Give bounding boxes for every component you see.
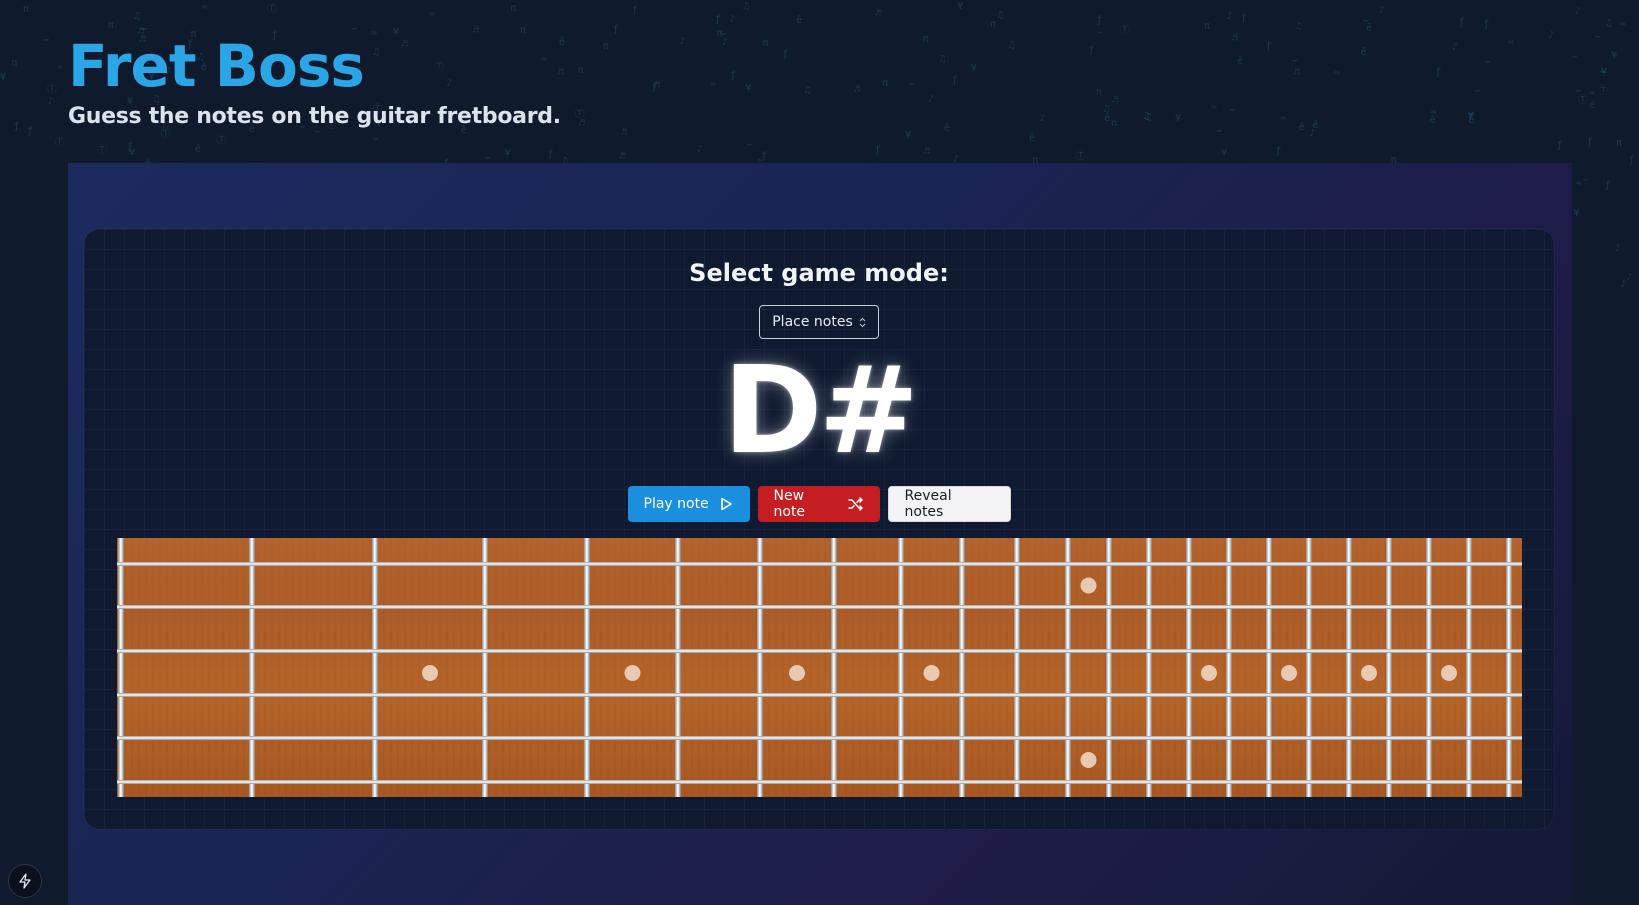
fret-wire bbox=[898, 538, 904, 797]
fret-wire bbox=[1226, 538, 1232, 797]
reveal-notes-button[interactable]: Reveal notes bbox=[887, 486, 1011, 522]
fret-wire bbox=[249, 538, 255, 797]
fret-inlay-dot bbox=[1080, 752, 1097, 768]
fret-wire bbox=[959, 538, 965, 797]
fret-inlay-dot bbox=[789, 665, 805, 681]
fret-wire bbox=[1186, 538, 1192, 797]
fret-wire bbox=[1346, 538, 1352, 797]
bolt-icon[interactable] bbox=[8, 864, 42, 898]
guitar-string[interactable] bbox=[117, 693, 1522, 697]
mode-heading: Select game mode: bbox=[689, 259, 949, 287]
fret-wire bbox=[1386, 538, 1392, 797]
fret-inlay-dot bbox=[923, 665, 940, 681]
fret-wire bbox=[1146, 538, 1152, 797]
fret-inlay-dot bbox=[422, 665, 438, 681]
fret-wire bbox=[1065, 538, 1071, 797]
play-note-button[interactable]: Play note bbox=[627, 486, 750, 522]
fret-wire bbox=[1014, 538, 1020, 797]
fret-wire bbox=[1506, 538, 1512, 797]
game-mode-select[interactable]: Place notes bbox=[759, 305, 879, 339]
app-header: Fret Boss Guess the notes on the guitar … bbox=[68, 28, 561, 130]
guitar-string[interactable] bbox=[117, 605, 1522, 609]
guitar-fretboard[interactable] bbox=[117, 538, 1522, 797]
guitar-string[interactable] bbox=[117, 649, 1522, 653]
app-title: Fret Boss bbox=[68, 32, 365, 100]
guitar-string[interactable] bbox=[117, 562, 1522, 566]
shuffle-icon bbox=[847, 496, 864, 512]
current-note: D# bbox=[722, 342, 919, 481]
fret-wire bbox=[1106, 538, 1112, 797]
fret-inlay-dot bbox=[1441, 665, 1457, 681]
fret-inlay-dot bbox=[1281, 665, 1297, 681]
game-card: Select game mode: Place notes D# Play no… bbox=[84, 229, 1554, 829]
guitar-string[interactable] bbox=[117, 780, 1522, 784]
play-note-label: Play note bbox=[643, 496, 709, 512]
fret-wire bbox=[1266, 538, 1272, 797]
fret-wire bbox=[1466, 538, 1472, 797]
fret-wire bbox=[675, 538, 681, 797]
new-note-label: New note bbox=[773, 488, 806, 520]
game-mode-value: Place notes bbox=[772, 314, 853, 330]
fret-wire bbox=[584, 538, 590, 797]
new-note-button[interactable]: New note bbox=[757, 486, 880, 522]
fretboard-drawing bbox=[117, 538, 1522, 797]
fret-wire bbox=[372, 538, 378, 797]
guitar-string[interactable] bbox=[117, 736, 1522, 740]
fret-wire bbox=[831, 538, 837, 797]
fret-inlay-dot bbox=[1201, 665, 1217, 681]
fret-wire bbox=[118, 538, 124, 797]
fret-wire bbox=[1426, 538, 1432, 797]
fret-inlay-dot bbox=[1361, 665, 1377, 681]
app-subtitle: Guess the notes on the guitar fretboard. bbox=[68, 104, 561, 129]
game-panel: Select game mode: Place notes D# Play no… bbox=[68, 163, 1572, 905]
fret-wire bbox=[757, 538, 763, 797]
reveal-notes-label: Reveal notes bbox=[904, 488, 952, 520]
action-buttons: Play note New note Reveal notes bbox=[84, 486, 1554, 522]
chevron-up-down-icon bbox=[859, 317, 866, 328]
fret-inlay-dot bbox=[1080, 577, 1097, 594]
play-icon bbox=[719, 497, 733, 511]
fret-inlay-dot bbox=[624, 665, 641, 681]
fret-wire bbox=[482, 538, 488, 797]
fret-wire bbox=[1306, 538, 1312, 797]
